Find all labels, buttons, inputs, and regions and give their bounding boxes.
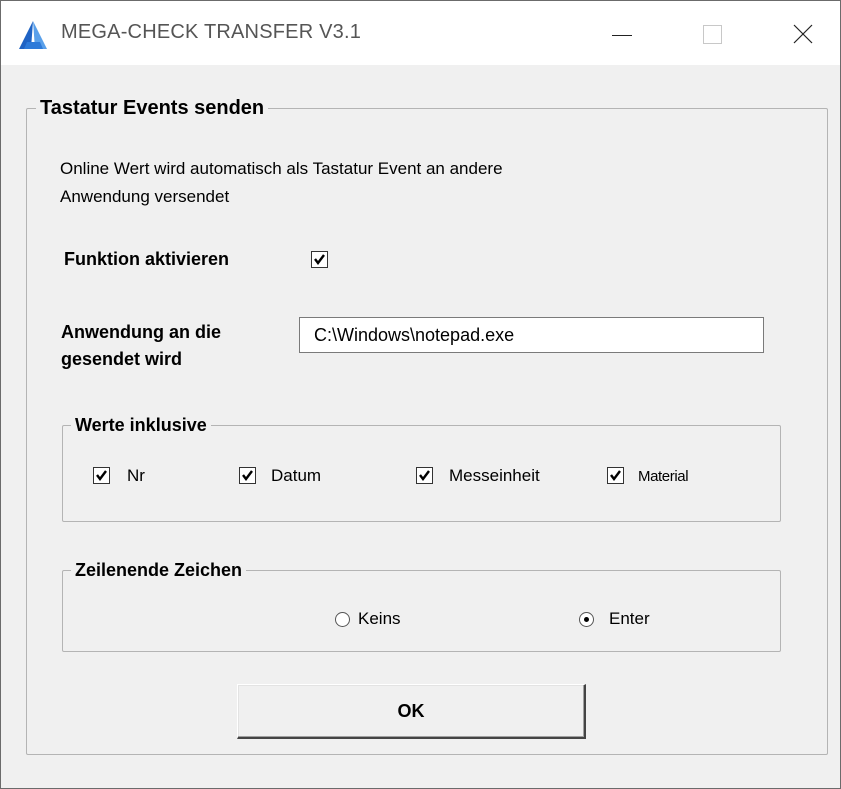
target-app-label-line-1: Anwendung an die [61,322,221,342]
include-datum-checkbox[interactable] [239,467,256,484]
checkmark-icon [314,254,325,265]
activate-function-label: Funktion aktivieren [64,249,230,269]
maximize-button[interactable] [683,7,743,59]
include-messeinheit-label: Messeinheit [449,466,540,485]
description-line-2: Anwendung versendet [60,187,230,206]
line-end-keins-radio[interactable] [335,612,350,627]
target-app-label-line-2: gesendet wird [61,349,183,369]
minimize-button[interactable] [591,7,651,59]
include-material-label: Material [638,468,689,485]
line-end-group: Zeilenende Zeichen [62,558,781,652]
included-values-legend: Werte inklusive [71,413,211,437]
close-button[interactable] [773,7,833,59]
ok-button[interactable]: OK [237,684,586,739]
checkmark-icon [242,470,253,481]
include-material-checkbox[interactable] [607,467,624,484]
checkmark-icon [610,470,621,481]
checkmark-icon [419,470,430,481]
main-window: MEGA-CHECK TRANSFER V3.1 Tastatur Events… [0,0,841,789]
include-datum-label: Datum [271,466,322,485]
activate-function-checkbox[interactable] [311,251,328,268]
keyboard-events-legend: Tastatur Events senden [36,95,269,121]
line-end-enter-radio[interactable] [579,612,594,627]
close-icon [793,24,813,44]
line-end-keins-label: Keins [358,609,401,628]
include-nr-label: Nr [127,466,145,485]
line-end-enter-label: Enter [609,609,650,628]
title-bar[interactable]: MEGA-CHECK TRANSFER V3.1 [1,1,840,65]
description-line-1: Online Wert wird automatisch als Tastatu… [60,159,503,178]
checkmark-icon [96,470,107,481]
include-nr-checkbox[interactable] [93,467,110,484]
include-messeinheit-checkbox[interactable] [416,467,433,484]
target-app-path-input[interactable]: C:\Windows\notepad.exe [299,317,764,353]
line-end-legend: Zeilenende Zeichen [71,558,247,582]
window-title: MEGA-CHECK TRANSFER V3.1 [61,21,362,43]
app-logo-icon [19,21,47,49]
